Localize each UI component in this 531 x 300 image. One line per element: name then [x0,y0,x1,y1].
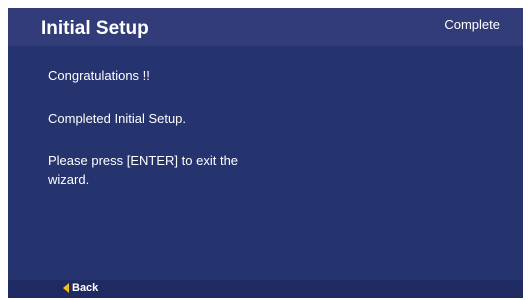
footer-bar: Back [8,280,523,298]
setup-screen: Initial Setup Complete Congratulations !… [8,8,523,298]
back-label: Back [72,282,99,294]
left-arrow-icon [63,283,69,293]
instruction-text: Please press [ENTER] to exit the wizard. [48,153,239,187]
header-bar: Initial Setup Complete [8,8,523,46]
congratulations-text: Congratulations !! [48,68,150,83]
back-button[interactable]: Back [63,282,98,294]
page-title: Initial Setup [41,18,149,39]
status-label: Complete [444,17,500,32]
completed-text: Completed Initial Setup. [48,111,187,126]
